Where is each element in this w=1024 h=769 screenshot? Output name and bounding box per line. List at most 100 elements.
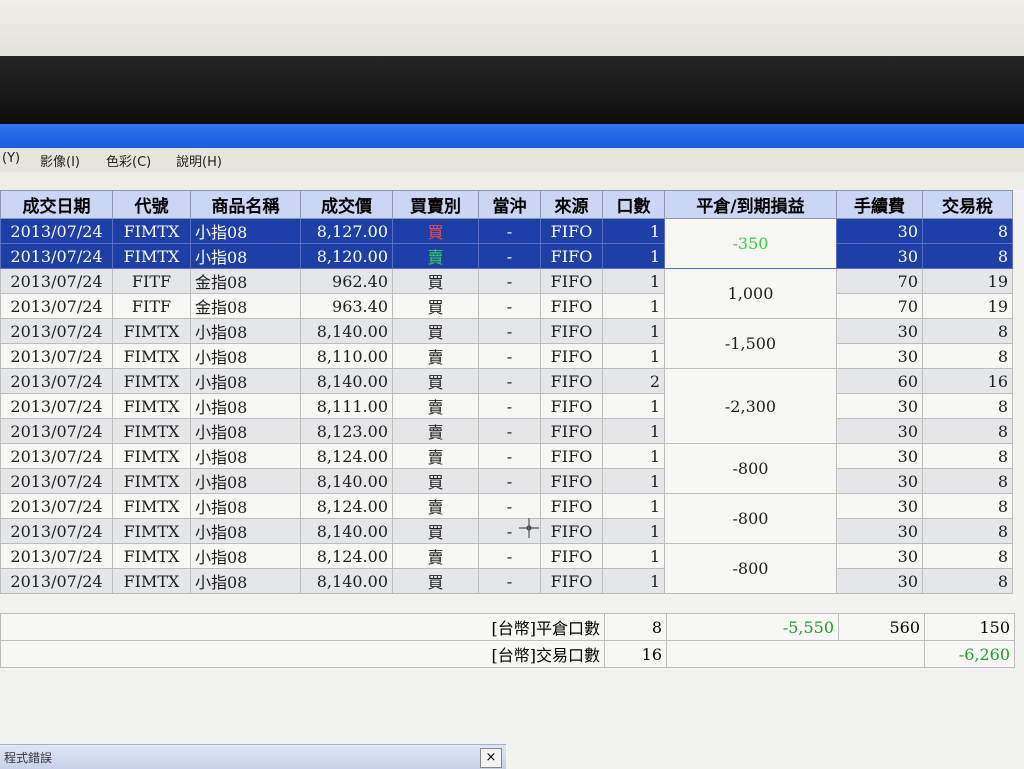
table-row[interactable]: 2013/07/24 FIMTX 小指08 8,120.00 賣 - FIFO 1 30 8 (0, 243, 1013, 269)
cell-name: 小指08 (190, 543, 301, 569)
cell-name: 小指08 (190, 443, 301, 469)
cell-day: - (478, 418, 541, 444)
totals-trade-row: [台幣]交易口數 16 -6,260 (0, 640, 1015, 668)
cell-day: - (478, 343, 541, 369)
cell-tax: 19 (922, 268, 1013, 294)
cell-fee: 70 (836, 293, 923, 319)
header-side[interactable]: 買賣別 (392, 190, 479, 219)
header-qty[interactable]: 口數 (602, 190, 665, 219)
cell-name: 小指08 (190, 318, 301, 344)
cell-date: 2013/07/24 (0, 518, 113, 544)
cell-code: FIMTX (112, 243, 191, 269)
trade-qty-value: 16 (604, 640, 667, 668)
cell-src: FIFO (540, 568, 603, 594)
cell-price: 8,140.00 (300, 518, 393, 544)
cell-side: 買 (392, 518, 479, 544)
menu-item-view[interactable]: (Y) (2, 151, 20, 166)
cell-src: FIFO (540, 493, 603, 519)
header-daytrade[interactable]: 當沖 (478, 190, 541, 219)
header-tax[interactable]: 交易稅 (922, 190, 1013, 219)
cell-name: 小指08 (190, 218, 301, 244)
cell-name: 小指08 (190, 518, 301, 544)
cell-day: - (478, 293, 541, 319)
cell-tax: 19 (922, 293, 1013, 319)
cell-day: - (478, 368, 541, 394)
table-row[interactable]: 2013/07/24 FIMTX 小指08 8,140.00 買 - FIFO 2 -2,300… (0, 368, 1013, 444)
cell-date: 2013/07/24 (0, 443, 113, 469)
table-row[interactable]: 2013/07/24 FIMTX 小指08 8,123.00 賣 - FIFO 1 30 8 (0, 418, 1013, 444)
error-dialog-titlebar[interactable]: 程式錯誤 (0, 744, 506, 769)
header-date[interactable]: 成交日期 (0, 190, 113, 219)
close-icon[interactable]: × (480, 748, 502, 768)
cell-day: - (478, 218, 541, 244)
table-row[interactable]: 2013/07/24 FIMTX 小指08 8,127.00 買 - FIFO 1 -350 30… (0, 218, 1013, 269)
cell-day: - (478, 443, 541, 469)
cell-qty: 1 (602, 218, 665, 244)
table-row[interactable]: 2013/07/24 FITF 金指08 962.40 買 - FIFO 1 1,000 70 19 (0, 268, 1013, 319)
cell-date: 2013/07/24 (0, 368, 113, 394)
cell-day: - (478, 268, 541, 294)
cell-name: 小指08 (190, 243, 301, 269)
cell-code: FIMTX (112, 418, 191, 444)
cell-name: 小指08 (190, 568, 301, 594)
cell-name: 小指08 (190, 468, 301, 494)
trade-blank-cell-2 (838, 640, 925, 668)
cell-price: 8,124.00 (300, 493, 393, 519)
table-row[interactable]: 2013/07/24 FIMTX 小指08 8,124.00 賣 - FIFO 1 -800 30… (0, 493, 1013, 544)
wall-background (0, 0, 1024, 60)
cell-fee: 30 (836, 443, 923, 469)
cell-name: 小指08 (190, 418, 301, 444)
header-price[interactable]: 成交價 (300, 190, 393, 219)
cell-src: FIFO (540, 543, 603, 569)
cell-date: 2013/07/24 (0, 243, 113, 269)
cell-src: FIFO (540, 418, 603, 444)
close-qty-value: 8 (604, 613, 667, 641)
header-name[interactable]: 商品名稱 (190, 190, 301, 219)
menu-item-image[interactable]: 影像(I) (40, 151, 80, 170)
cell-tax: 8 (922, 318, 1013, 344)
header-source[interactable]: 來源 (540, 190, 603, 219)
error-dialog-title: 程式錯誤 (4, 751, 53, 765)
cell-fee: 30 (836, 568, 923, 594)
menu-item-help[interactable]: 說明(H) (176, 151, 222, 170)
cell-side: 買 (392, 218, 479, 244)
cell-fee: 30 (836, 318, 923, 344)
header-fee[interactable]: 手續費 (836, 190, 923, 219)
cell-fee: 30 (836, 468, 923, 494)
table-row[interactable]: 2013/07/24 FIMTX 小指08 8,124.00 賣 - FIFO 1 -800 30… (0, 443, 1013, 494)
cell-name: 金指08 (190, 268, 301, 294)
close-qty-label: [台幣]平倉口數 (0, 613, 605, 641)
cell-day: - (478, 568, 541, 594)
cell-date: 2013/07/24 (0, 568, 113, 594)
cell-fee: 30 (836, 393, 923, 419)
cell-tax: 8 (922, 218, 1013, 244)
cell-pl: -800 (664, 443, 837, 494)
cell-qty: 1 (602, 343, 665, 369)
cell-price: 8,124.00 (300, 443, 393, 469)
cell-side: 買 (392, 568, 479, 594)
cell-tax: 16 (922, 368, 1013, 394)
header-code[interactable]: 代號 (112, 190, 191, 219)
table-row[interactable]: 2013/07/24 FIMTX 小指08 8,124.00 賣 - FIFO 1 -800 30… (0, 543, 1013, 594)
cell-day: - (478, 543, 541, 569)
close-pl-total: -5,550 (666, 613, 839, 641)
menu-item-color[interactable]: 色彩(C) (106, 151, 151, 170)
cell-side: 賣 (392, 343, 479, 369)
table-row[interactable]: 2013/07/24 FIMTX 小指08 8,140.00 買 - FIFO 1 30 8 (0, 518, 1013, 544)
table-row[interactable]: 2013/07/24 FIMTX 小指08 8,110.00 賣 - FIFO 1 30 8 (0, 343, 1013, 369)
cell-price: 8,140.00 (300, 468, 393, 494)
cell-date: 2013/07/24 (0, 293, 113, 319)
cell-date: 2013/07/24 (0, 218, 113, 244)
table-row[interactable]: 2013/07/24 FIMTX 小指08 8,140.00 買 - FIFO 1 30 8 (0, 568, 1013, 594)
table-row[interactable]: 2013/07/24 FIMTX 小指08 8,140.00 買 - FIFO 1 30 8 (0, 468, 1013, 494)
header-pl[interactable]: 平倉/到期損益 (664, 190, 837, 219)
table-row[interactable]: 2013/07/24 FITF 金指08 963.40 買 - FIFO 1 70 19 (0, 293, 1013, 319)
cell-src: FIFO (540, 393, 603, 419)
table-row[interactable]: 2013/07/24 FIMTX 小指08 8,111.00 賣 - FIFO 1 30 8 (0, 393, 1013, 419)
table-row[interactable]: 2013/07/24 FIMTX 小指08 8,140.00 買 - FIFO 1 -1,500… (0, 318, 1013, 369)
cell-side: 買 (392, 468, 479, 494)
cell-name: 小指08 (190, 368, 301, 394)
header-row: 成交日期 代號 商品名稱 成交價 買賣別 當沖 來源 口數 平倉/到期損益 手續… (0, 190, 1013, 219)
cell-qty: 1 (602, 393, 665, 419)
cell-pl: -1,500 (664, 318, 837, 369)
